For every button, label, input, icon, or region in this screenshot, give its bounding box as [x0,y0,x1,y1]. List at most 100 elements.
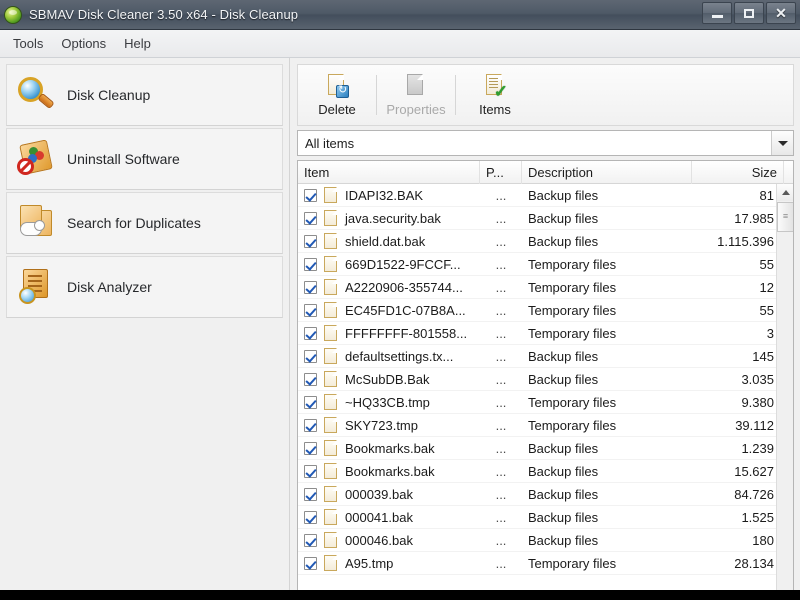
row-checkbox[interactable] [304,418,317,432]
table-row[interactable]: A2220906-355744...... Temporary files 12 [298,276,778,299]
table-row[interactable]: defaultsettings.tx...... Backup files 145 [298,345,778,368]
table-row[interactable]: ~HQ33CB.tmp... Temporary files 9.380 [298,391,778,414]
row-checkbox[interactable] [304,441,317,455]
table-row[interactable]: EC45FD1C-07B8A...... Temporary files 55 [298,299,778,322]
table-row[interactable]: Bookmarks.bak... Backup files 15.627 [298,460,778,483]
row-checkbox[interactable] [304,188,317,202]
menu-item-tools[interactable]: Tools [4,32,52,55]
row-size-cell: 3 [766,325,774,341]
maximize-button[interactable] [734,2,764,24]
row-description-cell: Backup files [528,532,599,548]
row-size-cell: 1.525 [741,509,774,525]
sidebar-item-disk-analyzer[interactable]: Disk Analyzer [6,256,283,318]
window-bottom-edge [0,590,800,600]
sidebar-item-search-for-duplicates[interactable]: Search for Duplicates [6,192,283,254]
row-item-cell: 000041.bak [298,509,480,525]
row-item-name: Bookmarks.bak [345,440,435,456]
menu-bar: Tools Options Help [0,30,800,58]
row-checkbox[interactable] [304,280,317,294]
duplicates-sheep-icon [17,203,57,243]
table-row[interactable]: SKY723.tmp... Temporary files 39.112 [298,414,778,437]
column-header-description[interactable]: Description [522,161,692,184]
table-row[interactable]: McSubDB.Bak... Backup files 3.035 [298,368,778,391]
minimize-button[interactable] [702,2,732,24]
file-icon [324,325,337,341]
row-checkbox[interactable] [304,303,317,317]
column-header-size[interactable]: Size [692,161,784,184]
menu-item-options[interactable]: Options [52,32,115,55]
row-item-name: A2220906-355744... [345,279,463,295]
row-size-cell: 9.380 [741,394,774,410]
file-icon [324,463,337,479]
row-checkbox[interactable] [304,257,317,271]
row-path-cell: ... [495,555,507,571]
vertical-scrollbar[interactable]: ≡ [776,184,793,600]
row-checkbox[interactable] [304,349,317,363]
table-row[interactable]: FFFFFFFF-801558...... Temporary files 3 [298,322,778,345]
row-path-cell: ... [495,532,507,548]
scroll-up-arrow[interactable] [777,184,793,201]
row-path-cell: ... [495,463,507,479]
row-description-cell: Temporary files [528,555,617,571]
table-row[interactable]: 000039.bak... Backup files 84.726 [298,483,778,506]
file-icon [324,417,337,433]
filter-dropdown[interactable]: All items [297,130,794,156]
row-item-cell: 000046.bak [298,532,480,548]
column-header-p[interactable]: P... [480,161,522,184]
items-button[interactable]: ✓ Items [456,66,534,124]
row-path-cell: ... [495,279,507,295]
row-description-cell: Backup files [528,233,599,249]
properties-button[interactable]: Properties [377,66,455,124]
row-item-name: 000039.bak [345,486,413,502]
row-path-cell: ... [495,371,507,387]
row-checkbox[interactable] [304,372,317,386]
table-row[interactable]: 000041.bak... Backup files 1.525 [298,506,778,529]
row-checkbox[interactable] [304,211,317,225]
row-description-cell: Backup files [528,210,599,226]
delete-button[interactable]: Delete [298,66,376,124]
row-description-cell: Backup files [528,348,599,364]
menu-item-help[interactable]: Help [115,32,160,55]
row-path-cell: ... [495,233,507,249]
scrollbar-thumb[interactable]: ≡ [777,202,793,232]
row-item-cell: ~HQ33CB.tmp [298,394,480,410]
row-item-cell: 000039.bak [298,486,480,502]
sidebar-item-label: Disk Analyzer [67,279,152,295]
close-button[interactable]: ✕ [766,2,796,24]
file-icon [324,486,337,502]
row-item-cell: SKY723.tmp [298,417,480,433]
table-row[interactable]: A95.tmp... Temporary files 28.134 [298,552,778,575]
row-checkbox[interactable] [304,487,317,501]
table-row[interactable]: 000046.bak... Backup files 180 [298,529,778,552]
disk-app-icon [4,5,22,24]
row-checkbox[interactable] [304,395,317,409]
minimize-icon [711,14,723,18]
row-size-cell: 180 [752,532,774,548]
properties-button-label: Properties [386,102,446,117]
table-row[interactable]: java.security.bak... Backup files 17.985 [298,207,778,230]
table-row[interactable]: 669D1522-9FCCF...... Temporary files 55 [298,253,778,276]
table-row[interactable]: Bookmarks.bak... Backup files 1.239 [298,437,778,460]
row-checkbox[interactable] [304,464,317,478]
row-description-cell: Backup files [528,371,599,387]
main-panel: Delete Properties ✓ Items All items [291,58,800,600]
sidebar-item-disk-cleanup[interactable]: Disk Cleanup [6,64,283,126]
row-item-name: EC45FD1C-07B8A... [345,302,466,318]
row-item-name: shield.dat.bak [345,233,426,249]
table-row[interactable]: shield.dat.bak... Backup files 1.115.396 [298,230,778,253]
row-checkbox[interactable] [304,556,317,570]
disk-analyzer-icon [17,267,57,307]
table-row[interactable]: IDAPI32.BAK... Backup files 81 [298,184,778,207]
row-checkbox[interactable] [304,326,317,340]
chevron-down-icon[interactable] [771,131,793,155]
row-description-cell: Temporary files [528,302,617,318]
row-item-cell: shield.dat.bak [298,233,480,249]
column-header-item[interactable]: Item [298,161,480,184]
row-item-name: defaultsettings.tx... [345,348,454,364]
row-checkbox[interactable] [304,234,317,248]
sidebar-item-uninstall-software[interactable]: Uninstall Software [6,128,283,190]
row-checkbox[interactable] [304,533,317,547]
row-checkbox[interactable] [304,510,317,524]
row-item-cell: 669D1522-9FCCF... [298,256,480,272]
title-bar: SBMAV Disk Cleaner 3.50 x64 - Disk Clean… [0,0,800,30]
